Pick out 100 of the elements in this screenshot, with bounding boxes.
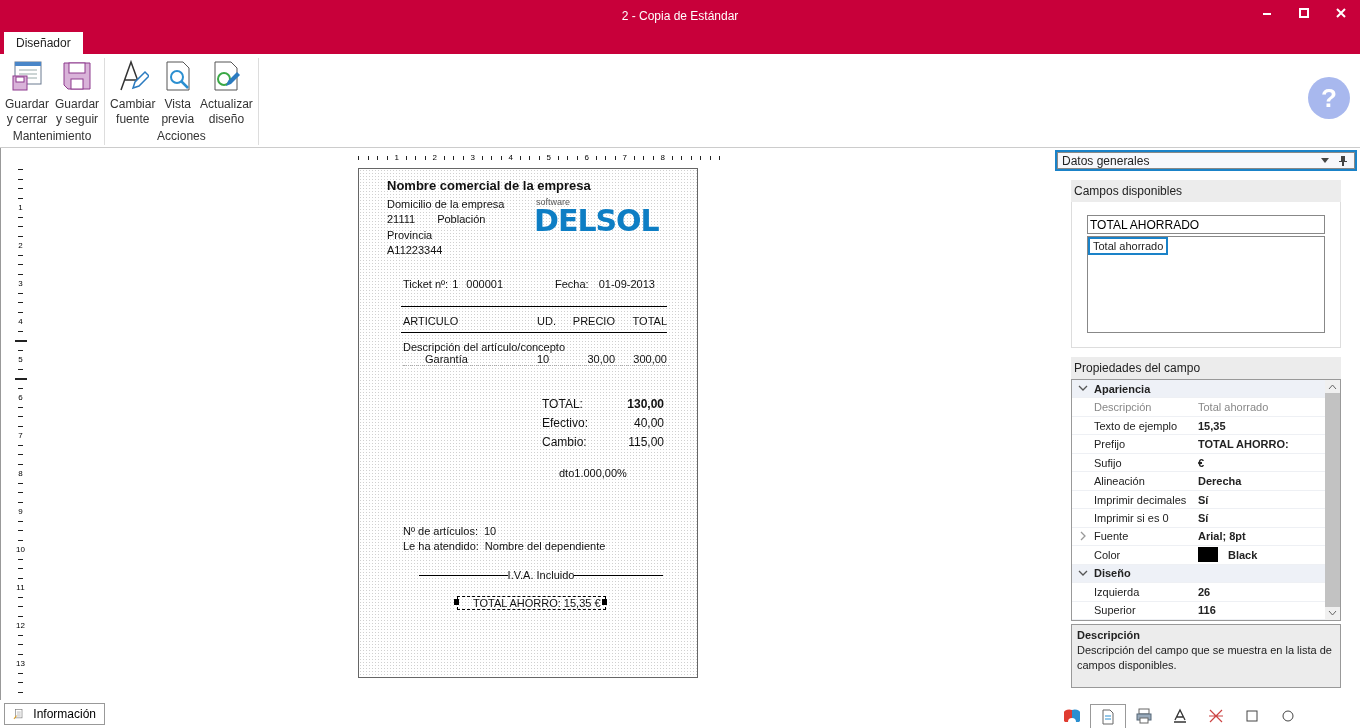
property-value[interactable]: TOTAL AHORRO: <box>1198 438 1289 451</box>
property-name[interactable]: Izquierda <box>1094 585 1198 598</box>
scroll-up-icon[interactable] <box>1328 384 1337 390</box>
property-name[interactable]: Color <box>1094 548 1198 561</box>
chevron-down-icon[interactable] <box>1078 569 1088 577</box>
selected-field[interactable]: TOTAL AHORRO: 15,35 € <box>457 596 606 611</box>
property-name[interactable]: Prefijo <box>1094 438 1198 451</box>
property-value[interactable]: 116 <box>1198 604 1216 617</box>
panel-header: Propiedades del campo <box>1071 357 1341 379</box>
attendant-name[interactable]: Nombre del dependiente <box>484 540 606 553</box>
item-units[interactable]: 10 <box>537 353 567 366</box>
dropdown-caret-icon[interactable] <box>1321 158 1329 163</box>
item-price[interactable]: 30,00 <box>567 353 615 366</box>
ruler-tick <box>700 156 702 160</box>
property-value[interactable]: Sí <box>1198 493 1209 506</box>
property-value[interactable]: € <box>1198 456 1205 469</box>
ruler-tick <box>18 169 23 171</box>
property-name[interactable]: Descripción <box>1094 401 1198 414</box>
ruler-tick <box>500 156 502 160</box>
ruler-tick <box>18 188 23 190</box>
field-list-item[interactable]: Total ahorrado <box>1088 237 1169 255</box>
scrollbar[interactable] <box>1325 380 1340 620</box>
logo[interactable]: software DELSOL <box>534 198 659 259</box>
chevron-right-icon[interactable] <box>1079 531 1087 542</box>
property-name[interactable]: Imprimir si es 0 <box>1094 512 1198 524</box>
ribbon-tab[interactable]: Diseñador <box>4 32 83 54</box>
property-name[interactable]: Sufijo <box>1094 456 1198 469</box>
ribbon-button[interactable]: Guardar y cerrar <box>3 58 52 129</box>
description-title: Descripción <box>1077 628 1141 643</box>
ruler-tick <box>605 156 607 160</box>
ruler-number: 3 <box>18 279 23 288</box>
category-label[interactable]: Diseño <box>1094 567 1131 580</box>
property-value[interactable]: Total ahorrado <box>1198 401 1269 414</box>
column-header[interactable]: PRECIO <box>567 315 615 328</box>
ruler-tick <box>681 156 683 160</box>
ruler-tick <box>18 311 23 313</box>
ruler-tick <box>614 156 616 160</box>
total-label[interactable]: Efectivo: <box>542 414 589 434</box>
total-label[interactable]: Cambio: <box>542 433 587 453</box>
ruler-number: 7 <box>622 154 627 162</box>
close-icon[interactable] <box>1336 8 1346 18</box>
item-name[interactable]: Garantía <box>403 353 537 366</box>
scroll-down-icon[interactable] <box>1328 610 1337 616</box>
pin-icon[interactable] <box>1339 155 1347 166</box>
property-value[interactable]: Derecha <box>1198 475 1242 488</box>
save-icon <box>61 60 94 92</box>
property-value[interactable]: Sí <box>1198 512 1209 524</box>
property-name[interactable]: Alineación <box>1094 475 1198 488</box>
section-dropdown[interactable]: Datos generales <box>1055 150 1357 171</box>
ruler-tick <box>538 156 540 160</box>
property-name[interactable]: Imprimir decimales <box>1094 493 1198 506</box>
company-name[interactable]: Nombre comercial de la empresa <box>387 178 697 193</box>
postal-code[interactable]: 21111 <box>387 212 416 228</box>
total-value[interactable]: 40,00 <box>633 414 664 434</box>
total-value[interactable]: 130,00 <box>627 395 664 415</box>
column-header[interactable]: TOTAL <box>615 315 667 328</box>
window-title: 2 - Copia de Estándar <box>621 9 739 23</box>
count-label[interactable]: Nº de artículos: <box>403 525 478 538</box>
ribbon-button[interactable]: Cambiar fuente <box>108 58 158 129</box>
property-name[interactable]: Fuente <box>1094 530 1198 543</box>
property-value[interactable]: Arial; 8pt <box>1198 530 1246 543</box>
address-text[interactable]: Domicilio de la empresa <box>387 197 534 213</box>
ruler-number: 8 <box>660 154 665 162</box>
ribbon-button[interactable]: Actualizar diseño <box>198 58 255 129</box>
information-button[interactable]: Información <box>4 703 105 725</box>
ticket-number[interactable]: 000001 <box>466 278 504 291</box>
column-header[interactable]: UD. <box>537 315 567 328</box>
ticket-series[interactable]: 1 <box>452 278 459 291</box>
column-header[interactable]: ARTICULO <box>403 315 537 328</box>
item-total[interactable]: 300,00 <box>615 353 667 366</box>
property-name[interactable]: Texto de ejemplo <box>1094 419 1198 432</box>
date-label[interactable]: Fecha: <box>555 278 589 291</box>
property-value[interactable]: 15,35 <box>1198 419 1226 432</box>
property-name[interactable]: Superior <box>1094 604 1198 617</box>
ribbon-button[interactable]: Guardar y seguir <box>53 58 102 129</box>
ticket-label[interactable]: Ticket nº: <box>403 278 449 291</box>
property-value[interactable]: 26 <box>1198 585 1211 598</box>
maximize-icon[interactable] <box>1299 8 1309 18</box>
total-value[interactable]: 115,00 <box>628 433 664 453</box>
category-label[interactable]: Apariencia <box>1094 382 1151 395</box>
search-field[interactable]: TOTAL AHORRADO <box>1087 215 1325 234</box>
color-swatch[interactable] <box>1198 547 1218 563</box>
item-heading[interactable]: Descripción del artículo/concepto <box>403 341 669 354</box>
discount-text[interactable]: dto1.000,00% <box>559 467 697 480</box>
property-value[interactable]: Black <box>1228 548 1258 561</box>
city-text[interactable]: Población <box>437 212 486 228</box>
ribbon-button[interactable]: Vista previa <box>159 58 197 129</box>
attendant-label[interactable]: Le ha atendido: <box>403 540 479 553</box>
province-text[interactable]: Provincia <box>387 227 534 243</box>
ruler-tick <box>18 226 23 228</box>
chevron-down-icon[interactable] <box>1078 385 1088 393</box>
tax-note[interactable]: I.V.A. Incluido <box>507 569 575 582</box>
count-value[interactable]: 10 <box>483 525 497 538</box>
tax-id[interactable]: A11223344 <box>387 242 534 259</box>
total-label[interactable]: TOTAL: <box>542 395 583 415</box>
group-label: Mantenimiento <box>12 129 92 145</box>
ruler-tick <box>719 156 721 160</box>
ruler-tick <box>18 425 23 427</box>
ticket-date[interactable]: 01-09-2013 <box>598 278 655 291</box>
ruler-number: 2 <box>432 154 437 162</box>
